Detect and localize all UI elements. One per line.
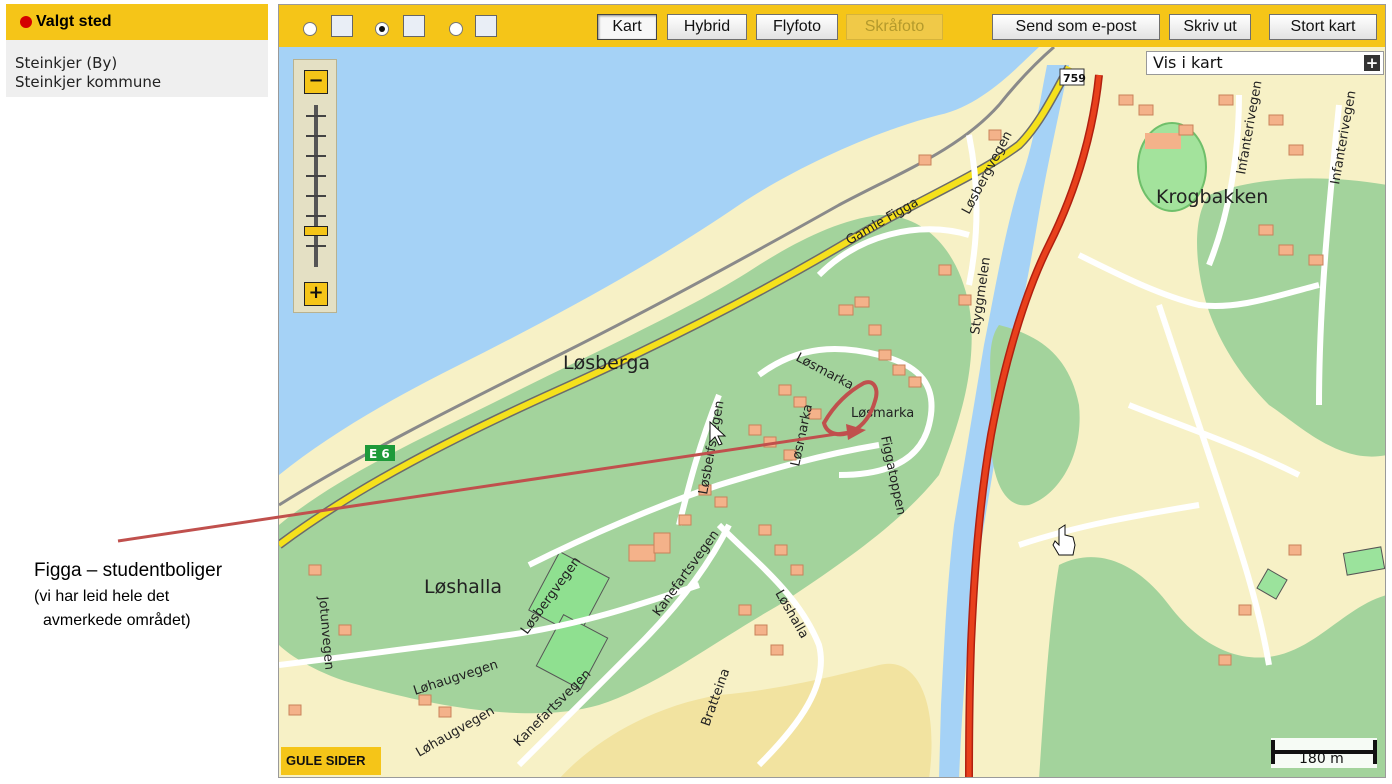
map-view[interactable]: E 6 759 Løsberga Løshalla Krogbakken Gam…: [278, 4, 1386, 778]
zoom-slider-thumb[interactable]: [304, 226, 328, 236]
zoom-tick: [306, 115, 326, 117]
label-losberga: Løsberga: [563, 352, 650, 374]
marker-tool-icon[interactable]: [475, 15, 497, 37]
label-loshalla: Løshalla: [424, 576, 502, 598]
annotation-title: Figga – studentboliger: [34, 560, 223, 581]
mode-zoom-radio[interactable]: [303, 22, 317, 36]
map-canvas[interactable]: E 6 759 Løsberga Løshalla Krogbakken Gam…: [279, 5, 1386, 778]
print-button[interactable]: Skriv ut: [1169, 14, 1251, 40]
zoom-in-button[interactable]: +: [304, 282, 328, 306]
location-dot-icon: [20, 16, 32, 28]
e6-label: E 6: [369, 447, 390, 461]
municipality-name[interactable]: Steinkjer kommune: [15, 73, 161, 91]
selected-place-details: Steinkjer (By) Steinkjer kommune: [6, 40, 268, 97]
expand-plus-icon[interactable]: +: [1364, 55, 1380, 71]
selected-place-title: Valgt sted: [36, 13, 112, 30]
scale-label: 180 m: [1299, 751, 1344, 767]
pan-tool-icon[interactable]: [403, 15, 425, 37]
zoom-tick: [306, 175, 326, 177]
krogbakken-building: [1145, 133, 1181, 149]
zoom-control: − +: [293, 59, 337, 313]
map-toolbar: Kart Hybrid Flyfoto Skråfoto Send som e-…: [279, 5, 1385, 47]
map-scale: 180 m: [1271, 738, 1377, 768]
place-name[interactable]: Steinkjer (By): [15, 54, 117, 72]
zoom-tick: [306, 215, 326, 217]
zoom-tick: [306, 135, 326, 137]
selected-place-header: Valgt sted: [6, 4, 268, 40]
large-map-button[interactable]: Stort kart: [1269, 14, 1377, 40]
zoom-out-button[interactable]: −: [304, 70, 328, 94]
flyfoto-button[interactable]: Flyfoto: [756, 14, 838, 40]
send-email-button[interactable]: Send som e-post: [992, 14, 1160, 40]
annotation-line2: avmerkede området): [43, 612, 191, 629]
mode-pan-radio[interactable]: [375, 22, 389, 36]
zoom-tick: [306, 245, 326, 247]
hybrid-button[interactable]: Hybrid: [667, 14, 747, 40]
show-in-map-dropdown[interactable]: Vis i kart +: [1146, 51, 1384, 75]
annotation-line1: (vi har leid hele det: [34, 588, 170, 605]
zoom-tick: [306, 155, 326, 157]
mode-marker-radio[interactable]: [449, 22, 463, 36]
label-krogbakken: Krogbakken: [1156, 186, 1268, 208]
label-losmarka-2: Løsmarka: [851, 406, 914, 421]
scale-tick-left: [1271, 740, 1275, 764]
show-in-map-label: Vis i kart: [1153, 53, 1223, 72]
kart-button[interactable]: Kart: [597, 14, 657, 40]
zoom-tick: [306, 195, 326, 197]
gule-sider-logo[interactable]: GULE SIDER: [281, 747, 381, 775]
r759-label: 759: [1063, 72, 1086, 85]
scale-tick-right: [1373, 740, 1377, 764]
zoom-track[interactable]: [314, 105, 318, 267]
skrafoto-button[interactable]: Skråfoto: [846, 14, 943, 40]
zoom-tool-icon[interactable]: [331, 15, 353, 37]
